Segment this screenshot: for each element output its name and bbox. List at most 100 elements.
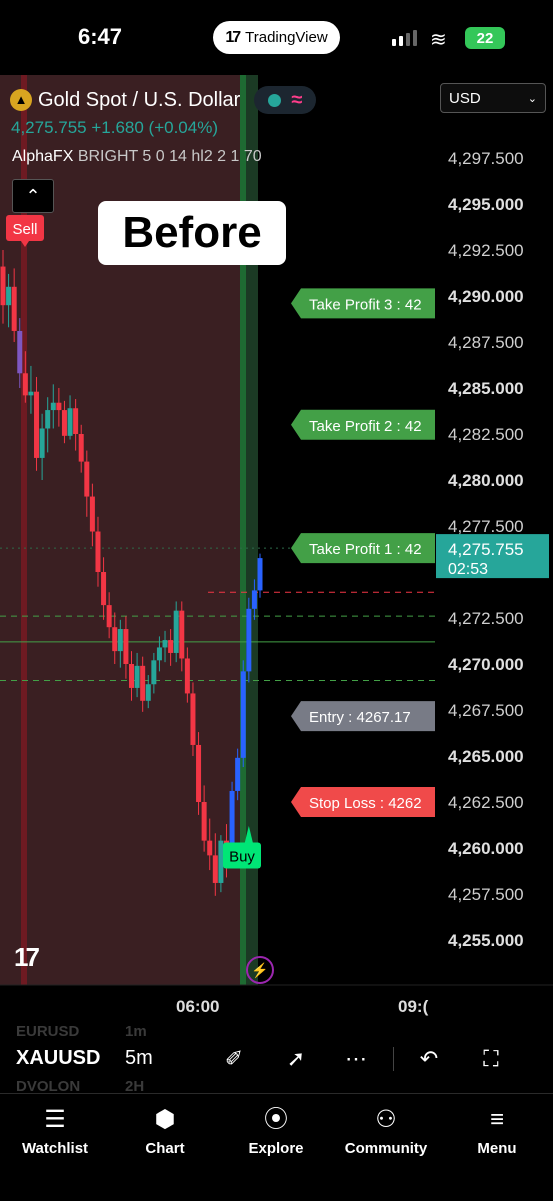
candle-body — [84, 461, 90, 497]
candle-body — [95, 531, 101, 572]
chevron-up-icon: ⌃ — [25, 186, 41, 206]
nav-watchlist[interactable]: ☰ Watchlist — [0, 1094, 110, 1157]
price-tick: 4,290.000 — [448, 287, 524, 306]
community-icon: ⚇ — [375, 1106, 397, 1133]
price-tick: 4,277.500 — [448, 517, 524, 536]
indicator-name: AlphaFX — [12, 148, 74, 165]
candle-body — [56, 402, 62, 411]
price-tick: 4,267.500 — [448, 701, 524, 720]
tp1-tag-label: Take Profit 1 : 42 — [309, 541, 422, 558]
candle-body — [179, 610, 185, 659]
price-tick: 4,265.000 — [448, 747, 524, 766]
price-tick: 4,262.500 — [448, 793, 524, 812]
time-label-0600: 06:00 — [176, 997, 220, 1016]
candle-body — [151, 660, 157, 685]
ghost-interval-above: 1m — [125, 1023, 147, 1040]
more-icon[interactable]: ⋯ — [340, 1043, 372, 1075]
realtime-wave-icon: ≈ — [291, 89, 303, 111]
market-open-dot-icon — [268, 93, 282, 107]
nav-chart[interactable]: ⬢ Chart — [110, 1094, 220, 1157]
tp1-tag: Take Profit 1 : 42 — [291, 533, 435, 564]
chevron-down-icon: ⌄ — [527, 92, 537, 105]
price-change: 4,275.755 +1.680 (+0.04%) — [11, 118, 218, 137]
collapse-legend-button[interactable]: ⌃ — [12, 179, 54, 213]
interval-picker[interactable]: 5m — [125, 1047, 153, 1070]
nav-explore-label: Explore — [248, 1140, 304, 1157]
currency-value: USD — [449, 89, 481, 107]
symbol-title[interactable]: Gold Spot / U.S. Dollar — [38, 89, 240, 112]
candle-body — [201, 802, 207, 841]
candle-body — [173, 610, 179, 653]
battery-level: 22 — [476, 29, 494, 47]
brush-icon[interactable]: ✐ — [218, 1043, 250, 1075]
tradingview-badge-label: TradingView — [245, 29, 328, 46]
tradingview-badge[interactable]: 17 TradingView — [213, 21, 340, 54]
candle-body — [240, 671, 246, 758]
price-tick: 4,272.500 — [448, 609, 524, 628]
fullscreen-icon[interactable]: ⛶ — [475, 1043, 507, 1075]
price-tick: 4,295.000 — [448, 195, 524, 214]
indicator-legend[interactable]: AlphaFX BRIGHT 5 0 14 hl2 2 1 70 — [12, 148, 262, 166]
candle-body — [50, 402, 56, 411]
battery-icon: 22 — [465, 27, 505, 49]
candle-body — [246, 608, 252, 672]
symbol-header[interactable]: ▲ Gold Spot / U.S. Dollar ≈ — [10, 86, 317, 114]
candle-body — [140, 665, 146, 701]
candle-body — [39, 428, 45, 458]
candle-body — [34, 391, 40, 458]
candle-body — [101, 572, 107, 606]
current-price-label: 4,275.755 — [448, 540, 524, 559]
stop-loss-tag-label: Stop Loss : 4262 — [309, 795, 422, 812]
candle-body — [117, 629, 123, 652]
compass-icon: ⦿ — [264, 1106, 288, 1133]
lightning-icon[interactable]: ⚡ — [246, 956, 274, 984]
price-tick: 4,255.000 — [448, 931, 524, 950]
gold-coin-icon: ▲ — [10, 89, 32, 111]
trendline-icon[interactable]: ➚ — [280, 1043, 312, 1075]
candle-body — [11, 286, 17, 331]
currency-select[interactable]: USD ⌄ — [440, 83, 546, 113]
buy-signal-label: Buy — [229, 848, 255, 865]
price-tick: 4,285.000 — [448, 379, 524, 398]
tradingview-watermark-icon: 17 — [14, 942, 40, 972]
price-tick: 4,270.000 — [448, 655, 524, 674]
ghost-symbol-above: EURUSD — [16, 1023, 80, 1040]
candle-body — [22, 373, 28, 396]
nav-chart-label: Chart — [145, 1140, 185, 1157]
candle-body — [28, 391, 34, 396]
cellular-signal-icon — [392, 30, 417, 46]
candle-body — [61, 410, 67, 436]
candle-body — [89, 496, 95, 532]
entry-tag-label: Entry : 4267.17 — [309, 709, 411, 726]
sell-signal-label: Sell — [12, 221, 37, 238]
market-status-pill[interactable]: ≈ — [254, 86, 317, 114]
candle-body — [184, 658, 190, 694]
menu-icon: ≡ — [489, 1106, 504, 1133]
nav-explore[interactable]: ⦿ Explore — [221, 1094, 331, 1157]
tradingview-logo-icon: 17 — [225, 28, 241, 46]
candle-body — [190, 693, 196, 745]
candle-body — [106, 605, 112, 628]
candle-body — [196, 744, 202, 802]
tp2-tag-label: Take Profit 2 : 42 — [309, 418, 422, 435]
candle-body — [145, 684, 151, 701]
nav-watchlist-label: Watchlist — [21, 1140, 89, 1157]
candle-countdown: 02:53 — [448, 561, 488, 578]
nav-menu[interactable]: ≡ Menu — [442, 1094, 552, 1157]
bottom-nav: ☰ Watchlist ⬢ Chart ⦿ Explore ⚇ Communit… — [0, 1093, 553, 1201]
symbol-picker[interactable]: XAUUSD — [16, 1047, 100, 1070]
nav-community[interactable]: ⚇ Community — [331, 1094, 441, 1157]
entry-tag: Entry : 4267.17 — [291, 701, 435, 732]
candle-body — [6, 286, 12, 306]
stop-loss-tag: Stop Loss : 4262 — [291, 787, 435, 817]
tp2-tag: Take Profit 2 : 42 — [291, 409, 435, 440]
undo-icon[interactable]: ↶ — [413, 1043, 445, 1075]
nav-menu-label: Menu — [477, 1140, 517, 1157]
price-tick: 4,280.000 — [448, 471, 524, 490]
candle-body — [212, 855, 218, 883]
wifi-icon: ≋ — [430, 29, 447, 51]
candle-body — [0, 266, 6, 306]
candle-body — [112, 627, 118, 652]
nav-community-label: Community — [344, 1140, 428, 1157]
time-label-0900: 09:( — [398, 997, 429, 1016]
